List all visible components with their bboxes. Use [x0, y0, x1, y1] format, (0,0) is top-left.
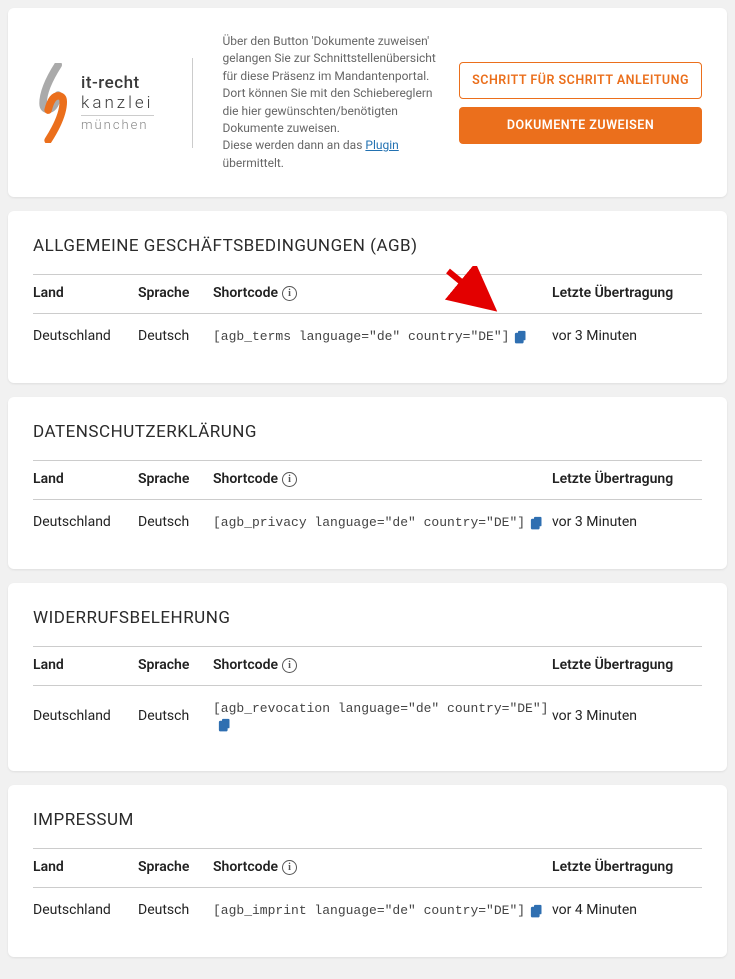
- logo-line2: kanzlei: [81, 93, 154, 113]
- assign-documents-button[interactable]: DOKUMENTE ZUWEISEN: [459, 107, 702, 144]
- info-icon[interactable]: i: [282, 286, 297, 301]
- section-title: IMPRESSUM: [33, 810, 702, 830]
- cell-sprache: Deutsch: [138, 314, 213, 359]
- logo: it-recht kanzlei münchen: [33, 63, 154, 143]
- cell-land: Deutschland: [33, 500, 138, 545]
- column-header-land: Land: [33, 849, 138, 888]
- section-card: IMPRESSUM LandSpracheShortcodeiLetzte Übe…: [8, 785, 727, 957]
- table-row: DeutschlandDeutsch[agb_imprint language=…: [33, 888, 702, 933]
- section-title: WIDERRUFSBELEHRUNG: [33, 608, 702, 628]
- header-buttons: SCHRITT FÜR SCHRITT ANLEITUNG DOKUMENTE …: [459, 62, 702, 144]
- column-header-land: Land: [33, 275, 138, 314]
- column-header-sprache: Sprache: [138, 647, 213, 686]
- column-header-shortcode: Shortcodei: [213, 647, 552, 686]
- section-title: ALLGEMEINE GESCHÄFTSBEDINGUNGEN (AGB): [33, 236, 702, 256]
- info-icon[interactable]: i: [282, 860, 297, 875]
- shortcode-text: [agb_terms language="de" country="DE"]: [213, 329, 509, 344]
- cell-shortcode: [agb_revocation language="de" country="D…: [213, 686, 552, 747]
- cell-shortcode: [agb_terms language="de" country="DE"]: [213, 314, 552, 359]
- table-row: DeutschlandDeutsch[agb_privacy language=…: [33, 500, 702, 545]
- header-description: Über den Button 'Dokumente zuweisen' gel…: [223, 33, 440, 172]
- header-desc-line3a: Diese werden dann an das: [223, 138, 366, 152]
- column-header-letzte: Letzte Übertragung: [552, 849, 702, 888]
- column-header-letzte: Letzte Übertragung: [552, 647, 702, 686]
- cell-date: vor 3 Minuten: [552, 500, 702, 545]
- table-row: DeutschlandDeutsch[agb_terms language="d…: [33, 314, 702, 359]
- copy-icon[interactable]: [529, 515, 544, 530]
- cell-date: vor 4 Minuten: [552, 888, 702, 933]
- logo-line3: münchen: [81, 115, 154, 133]
- cell-land: Deutschland: [33, 314, 138, 359]
- column-header-land: Land: [33, 461, 138, 500]
- shortcode-text: [agb_privacy language="de" country="DE"]: [213, 515, 525, 530]
- info-icon[interactable]: i: [282, 658, 297, 673]
- cell-sprache: Deutsch: [138, 686, 213, 747]
- logo-icon: [33, 63, 75, 143]
- column-header-sprache: Sprache: [138, 849, 213, 888]
- documents-table: LandSpracheShortcodeiLetzte ÜbertragungD…: [33, 460, 702, 544]
- cell-land: Deutschland: [33, 888, 138, 933]
- column-header-shortcode: Shortcodei: [213, 461, 552, 500]
- column-header-letzte: Letzte Übertragung: [552, 275, 702, 314]
- documents-table: LandSpracheShortcodeiLetzte ÜbertragungD…: [33, 848, 702, 932]
- guide-button[interactable]: SCHRITT FÜR SCHRITT ANLEITUNG: [459, 62, 702, 99]
- section-card: WIDERRUFSBELEHRUNG LandSpracheShortcodeiL…: [8, 583, 727, 771]
- cell-sprache: Deutsch: [138, 500, 213, 545]
- header-desc-line1: Über den Button 'Dokumente zuweisen' gel…: [223, 34, 436, 83]
- divider: [192, 58, 193, 148]
- section-card: DATENSCHUTZERKLÄRUNG LandSpracheShortcode…: [8, 397, 727, 569]
- cell-sprache: Deutsch: [138, 888, 213, 933]
- header-desc-line3b: übermittelt.: [223, 156, 284, 170]
- documents-table: LandSpracheShortcodeiLetzte ÜbertragungD…: [33, 274, 702, 358]
- cell-shortcode: [agb_privacy language="de" country="DE"]: [213, 500, 552, 545]
- column-header-sprache: Sprache: [138, 275, 213, 314]
- cell-date: vor 3 Minuten: [552, 686, 702, 747]
- column-header-sprache: Sprache: [138, 461, 213, 500]
- column-header-shortcode: Shortcodei: [213, 275, 552, 314]
- cell-date: vor 3 Minuten: [552, 314, 702, 359]
- info-icon[interactable]: i: [282, 472, 297, 487]
- section-title: DATENSCHUTZERKLÄRUNG: [33, 422, 702, 442]
- cell-shortcode: [agb_imprint language="de" country="DE"]: [213, 888, 552, 933]
- shortcode-text: [agb_imprint language="de" country="DE"]: [213, 903, 525, 918]
- column-header-land: Land: [33, 647, 138, 686]
- header-desc-line2: Dort können Sie mit den Schiebereglern d…: [223, 86, 433, 135]
- column-header-letzte: Letzte Übertragung: [552, 461, 702, 500]
- logo-line1: it-recht: [81, 73, 154, 93]
- shortcode-text: [agb_revocation language="de" country="D…: [213, 701, 548, 716]
- table-row: DeutschlandDeutsch[agb_revocation langua…: [33, 686, 702, 747]
- cell-land: Deutschland: [33, 686, 138, 747]
- column-header-shortcode: Shortcodei: [213, 849, 552, 888]
- copy-icon[interactable]: [529, 903, 544, 918]
- plugin-link[interactable]: Plugin: [365, 138, 398, 152]
- documents-table: LandSpracheShortcodeiLetzte ÜbertragungD…: [33, 646, 702, 746]
- copy-icon[interactable]: [513, 329, 528, 344]
- logo-text: it-recht kanzlei münchen: [81, 73, 154, 133]
- header-card: it-recht kanzlei münchen Über den Button…: [8, 8, 727, 197]
- section-card: ALLGEMEINE GESCHÄFTSBEDINGUNGEN (AGB) Lan…: [8, 211, 727, 383]
- copy-icon[interactable]: [217, 717, 232, 732]
